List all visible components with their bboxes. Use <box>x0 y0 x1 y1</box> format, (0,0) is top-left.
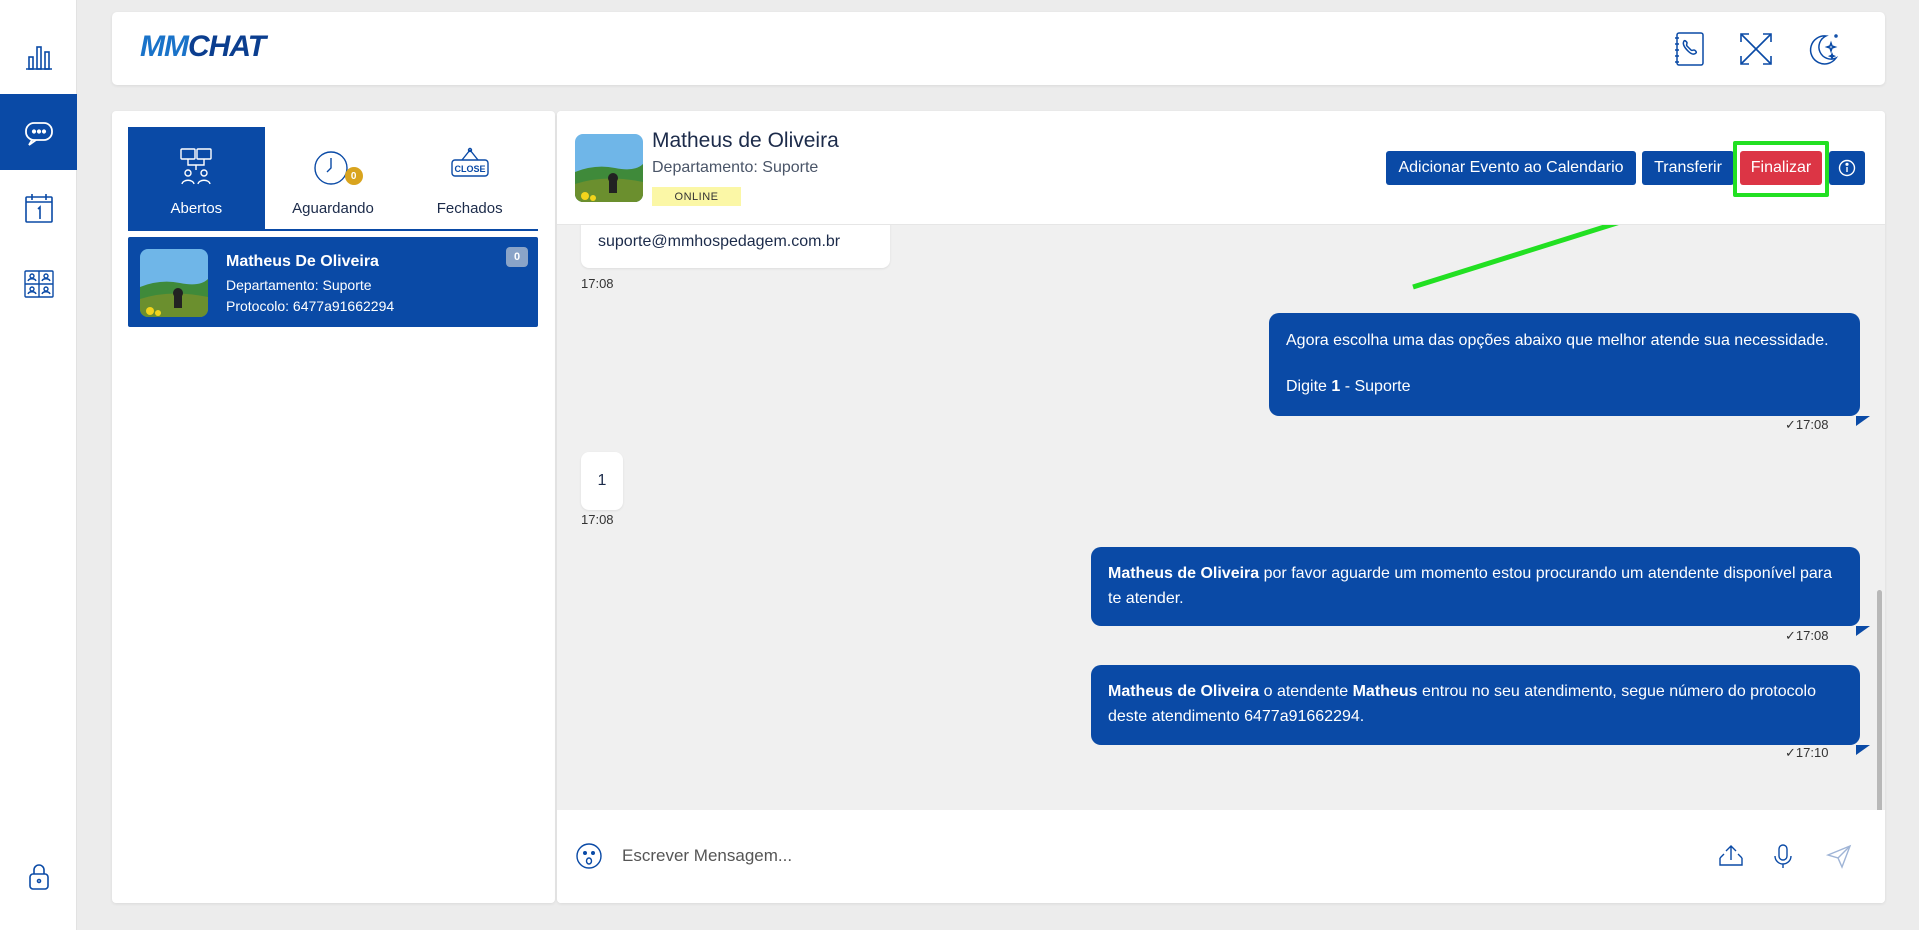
tab-label: Aguardando <box>292 200 374 217</box>
contact-avatar <box>140 249 208 317</box>
info-button[interactable] <box>1829 151 1865 185</box>
message-input[interactable] <box>622 841 1422 871</box>
svg-text:CLOSE: CLOSE <box>454 164 485 174</box>
outgoing-message: Matheus de Oliveira por favor aguarde um… <box>1091 547 1870 636</box>
chat-status-tabs: Abertos 0 Aguardando CLOSE Fechados <box>128 127 538 231</box>
dashboard-nav-item[interactable] <box>0 18 77 94</box>
message-list: suporte@mmhospedagem.com.br 17:08 Agora … <box>557 225 1885 810</box>
conversation-header: Matheus de Oliveira Departamento: Suport… <box>557 111 1885 225</box>
contact-department: Departamento: Suporte <box>652 159 819 176</box>
lock-icon <box>28 864 49 890</box>
upload-button[interactable] <box>1714 839 1748 873</box>
chat-department: Departamento: Suporte <box>226 277 372 293</box>
contacts-nav-item[interactable] <box>0 246 77 322</box>
waiting-count-badge: 0 <box>344 167 363 185</box>
read-check-icon: ✓ <box>1785 417 1796 432</box>
mmchat-logo: MMCHAT <box>140 30 266 63</box>
moon-stars-icon <box>1809 34 1839 65</box>
upload-icon <box>1719 845 1743 866</box>
message-text: suporte@mmhospedagem.com.br <box>598 233 841 250</box>
fullscreen-button[interactable] <box>1735 28 1777 70</box>
bubble-tail <box>1856 416 1870 426</box>
highlight-box <box>1733 141 1829 197</box>
bubble-tail <box>1856 626 1870 636</box>
microphone-button[interactable] <box>1766 839 1800 873</box>
chat-list-panel: Abertos 0 Aguardando CLOSE Fechados Math… <box>112 111 555 903</box>
message-bold-name: Matheus de Oliveira <box>1108 683 1260 700</box>
phonebook-button[interactable] <box>1669 28 1711 70</box>
online-status-badge: ONLINE <box>652 187 741 206</box>
bubble-tail <box>1856 745 1870 755</box>
message-text: Agora escolha uma das opções abaixo que … <box>1286 332 1829 349</box>
tab-fechados[interactable]: CLOSE Fechados <box>401 127 538 229</box>
transfer-button[interactable]: Transferir <box>1642 151 1734 185</box>
chat-bubble-icon <box>24 122 53 146</box>
chat-nav-item[interactable] <box>0 94 77 170</box>
message-bold-name: Matheus de Oliveira <box>1108 565 1260 582</box>
emoji-icon <box>576 843 602 869</box>
emoji-button[interactable] <box>572 839 606 873</box>
chat-protocol: Protocolo: 6477a91662294 <box>226 298 395 314</box>
read-check-icon: ✓ <box>1785 745 1796 760</box>
message-scrollbar[interactable] <box>1877 590 1882 810</box>
message-text-line: Digite 1 - Suporte <box>1286 378 1411 395</box>
tab-abertos[interactable]: Abertos <box>128 127 265 229</box>
outgoing-message: Matheus de Oliveira o atendente Matheus … <box>1091 665 1870 755</box>
chat-contact-name: Matheus De Oliveira <box>226 253 379 270</box>
read-check-icon: ✓ <box>1785 628 1796 643</box>
message-time: ✓17:08 <box>1785 417 1829 432</box>
add-calendar-event-button[interactable]: Adicionar Evento ao Calendario <box>1386 151 1636 185</box>
message-composer <box>557 813 1885 903</box>
expand-icon <box>1740 33 1772 65</box>
flow-users-icon <box>180 148 213 185</box>
incoming-message: 1 <box>581 452 623 510</box>
unread-count-badge: 0 <box>506 247 528 267</box>
message-text: 1 <box>597 472 607 489</box>
contact-avatar <box>575 134 643 202</box>
send-button[interactable] <box>1822 839 1856 873</box>
message-time: ✓17:10 <box>1785 745 1829 760</box>
incoming-message: suporte@mmhospedagem.com.br <box>581 225 890 268</box>
chat-list-item[interactable]: Matheus De Oliveira Departamento: Suport… <box>128 237 538 327</box>
outgoing-message: Agora escolha uma das opções abaixo que … <box>1269 313 1870 426</box>
contact-name: Matheus de Oliveira <box>652 129 839 152</box>
tab-label: Abertos <box>170 200 223 217</box>
send-icon <box>1825 844 1852 869</box>
tab-aguardando[interactable]: 0 Aguardando <box>265 127 402 229</box>
close-sign-icon: CLOSE <box>450 147 489 177</box>
message-time: 17:08 <box>581 276 614 291</box>
message-time: 17:08 <box>581 512 614 527</box>
info-icon <box>1838 159 1856 177</box>
conversation-panel: Matheus de Oliveira Departamento: Suport… <box>557 111 1885 903</box>
microphone-icon <box>1774 844 1792 868</box>
message-time: ✓17:08 <box>1785 628 1829 643</box>
calendar-nav-item[interactable] <box>0 170 77 246</box>
left-nav-rail <box>0 0 77 930</box>
calendar-icon <box>24 194 53 223</box>
tab-label: Fechados <box>436 200 503 217</box>
contacts-grid-icon <box>23 270 54 298</box>
bar-chart-icon <box>25 46 52 70</box>
phonebook-icon <box>1675 32 1704 66</box>
top-header: MMCHAT <box>112 12 1885 85</box>
dark-mode-button[interactable] <box>1802 28 1844 70</box>
lock-nav-item[interactable] <box>0 838 77 914</box>
